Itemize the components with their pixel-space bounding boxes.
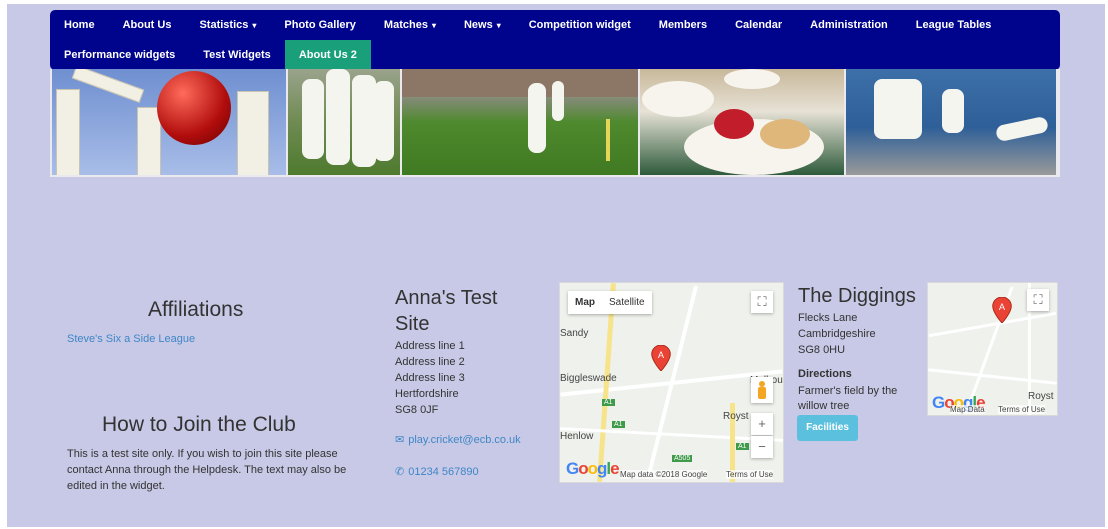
nav-item-about-us[interactable]: About Us [109,10,186,40]
nav-item-label: Home [64,19,95,31]
site-address: Address line 1 Address line 2 Address li… [395,338,465,418]
nav-row-secondary: Performance widgets Test Widgets About Us … [50,40,371,70]
phone-icon: ✆ [395,466,405,478]
banner-image-cream-tea [640,69,844,175]
address-line: Address line 1 [395,340,465,352]
banner-image-team-celebration [288,69,400,175]
map-label: Royst [723,411,749,422]
caret-down-icon: ▾ [431,21,436,30]
caret-down-icon: ▾ [496,21,501,30]
nav-item-administration[interactable]: Administration [796,10,902,40]
phone-link[interactable]: ✆ 01234 567890 [395,465,479,478]
road-badge: A505 [672,455,693,462]
address-line: SG8 0HU [798,344,846,356]
address-line: Cambridgeshire [798,328,876,340]
nav-item-test-widgets[interactable]: Test Widgets [189,40,285,70]
nav-item-statistics[interactable]: Statistics ▾ [185,10,270,40]
envelope-icon: ✉ [395,434,405,446]
nav-item-label: Administration [810,19,888,31]
location-map-site[interactable]: Map Satellite ⛶ Sandy Biggleswade Royst … [559,282,784,483]
address-line: Flecks Lane [798,312,858,324]
nav-item-label: About Us [122,19,172,31]
nav-item-label: News [463,19,493,31]
nav-item-matches[interactable]: Matches ▾ [370,10,450,40]
nav-item-league-tables[interactable]: League Tables [902,10,1006,40]
road-badge: A1 [602,399,615,406]
nav-row-primary: Home About Us Statistics ▾ Photo Gallery Matc… [50,10,1005,40]
phone-text: 01234 567890 [408,466,479,478]
join-heading: How to Join the Club [102,413,296,436]
address-line: Address line 3 [395,372,465,384]
terms-of-use-link[interactable]: Terms of Use [726,470,774,479]
nav-item-competition-widget[interactable]: Competition widget [515,10,645,40]
fullscreen-icon[interactable]: ⛶ [751,291,773,313]
address-line: Hertfordshire [395,388,459,400]
map-label: Henlow [560,431,594,442]
nav-item-label: Performance widgets [64,49,176,61]
map-data-attribution: Map Data [950,405,985,414]
email-text: play.cricket@ecb.co.uk [408,434,521,446]
ground-name-heading: The Diggings [798,285,916,307]
main-navbar: Home About Us Statistics ▾ Photo Gallery Matc… [50,10,1060,70]
fullscreen-icon[interactable]: ⛶ [1027,289,1049,311]
affiliation-link[interactable]: Steve's Six a Side League [67,333,195,345]
map-pin-icon[interactable]: A [992,297,1012,323]
map-type-satellite-button[interactable]: Satellite [602,291,652,314]
banner-image-match-field [402,69,638,175]
map-data-attribution: Map data ©2018 Google [620,470,708,479]
directions-label: Directions [798,368,852,380]
address-line: Address line 2 [395,356,465,368]
map-type-control: Map Satellite [568,291,652,314]
nav-item-about-us-2[interactable]: About Us 2 [284,40,371,70]
join-description: This is a test site only. If you wish to… [67,448,347,492]
nav-item-label: Competition widget [528,19,631,31]
pin-letter: A [658,350,665,360]
nav-item-label: About Us 2 [298,49,357,61]
zoom-in-button[interactable]: + [751,413,773,435]
nav-item-photo-gallery[interactable]: Photo Gallery [270,10,370,40]
nav-item-home[interactable]: Home [50,10,109,40]
nav-item-label: Test Widgets [203,49,271,61]
site-name-heading: Anna's Test Site [395,287,498,335]
map-type-map-button[interactable]: Map [568,291,602,314]
map-label: Biggleswade [560,373,617,384]
address-line: SG8 0JF [395,404,439,416]
nav-item-label: Statistics [199,19,249,31]
road-badge: A1 [736,443,749,450]
ground-address: Flecks Lane Cambridgeshire SG8 0HU [798,310,876,358]
google-logo: Google [566,459,620,478]
banner-image-cricket-ball [52,69,286,175]
nav-item-label: League Tables [915,19,992,31]
street-view-pegman-icon[interactable] [751,377,773,403]
banner-image-fielding-dive [846,69,1056,175]
facilities-button[interactable]: Facilities [797,415,858,441]
caret-down-icon: ▾ [252,21,257,30]
map-pin-icon[interactable]: A [651,345,671,371]
map-label: Sandy [560,328,589,339]
email-link[interactable]: ✉ play.cricket@ecb.co.uk [395,433,521,446]
nav-item-members[interactable]: Members [645,10,721,40]
map-label: Royst [1028,391,1054,402]
nav-item-label: Members [658,19,708,31]
pin-letter: A [999,302,1006,312]
zoom-out-button[interactable]: − [751,436,773,458]
affiliations-heading: Affiliations [148,298,244,321]
road-badge: A1 [612,421,625,428]
nav-item-label: Calendar [735,19,783,31]
header-banner [50,69,1060,177]
nav-item-label: Photo Gallery [284,19,356,31]
directions-text: Farmer's field by the willow tree [798,385,898,412]
nav-item-news[interactable]: News ▾ [450,10,515,40]
nav-item-label: Matches [383,19,428,31]
location-map-ground[interactable]: ⛶ A Royst Google Map Data Terms of Use [927,282,1058,416]
terms-of-use-link[interactable]: Terms of Use [998,405,1046,414]
nav-item-calendar[interactable]: Calendar [721,10,796,40]
nav-item-performance-widgets[interactable]: Performance widgets [50,40,189,70]
